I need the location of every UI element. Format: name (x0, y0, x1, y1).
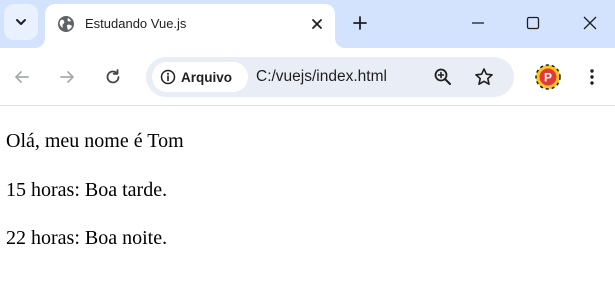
extension-letter: P (544, 71, 552, 85)
reload-icon (106, 69, 120, 84)
greeting-text: Olá, meu nome é Tom (6, 130, 184, 152)
zoom-button[interactable] (432, 66, 454, 88)
globe-icon (58, 16, 74, 32)
tab-close-button[interactable] (307, 14, 327, 34)
minimize-button[interactable] (458, 8, 498, 38)
window-close-button[interactable] (570, 8, 610, 38)
forward-button[interactable] (53, 63, 81, 91)
site-info-chip[interactable]: Arquivo (152, 62, 248, 92)
site-info-label: Arquivo (181, 69, 233, 85)
star-icon (475, 68, 493, 85)
forward-arrow-icon (60, 71, 74, 83)
browser-tab[interactable]: Estudando Vue.js (45, 4, 335, 48)
minimize-icon (472, 22, 484, 24)
browser-menu-button[interactable] (580, 64, 604, 90)
maximize-button[interactable] (513, 8, 553, 38)
reload-button[interactable] (99, 63, 127, 91)
tab-strip: Estudando Vue.js (0, 0, 615, 48)
chevron-down-icon (16, 19, 26, 25)
tab-title: Estudando Vue.js (85, 16, 187, 31)
night-greeting-text: 22 horas: Boa noite. (6, 227, 168, 249)
close-icon (312, 19, 322, 29)
extension-p-icon[interactable]: P (535, 64, 561, 90)
maximize-icon (526, 16, 540, 30)
tab-search-button[interactable] (4, 4, 38, 40)
new-tab-button[interactable] (348, 11, 372, 35)
kebab-menu-icon (590, 69, 594, 85)
afternoon-greeting-text: 15 horas: Boa tarde. (6, 179, 168, 201)
zoom-in-icon (434, 68, 451, 85)
back-arrow-icon (15, 71, 29, 83)
plus-icon (353, 16, 367, 30)
back-button[interactable] (8, 63, 36, 91)
bookmark-button[interactable] (473, 66, 495, 88)
close-icon (583, 16, 597, 30)
url-text[interactable]: C:/vuejs/index.html (256, 68, 387, 86)
page-content: Olá, meu nome é Tom 15 horas: Boa tarde.… (0, 107, 615, 291)
info-icon (160, 69, 176, 85)
address-bar[interactable]: Arquivo C:/vuejs/index.html (146, 57, 514, 97)
browser-toolbar: Arquivo C:/vuejs/index.html P (0, 48, 615, 106)
